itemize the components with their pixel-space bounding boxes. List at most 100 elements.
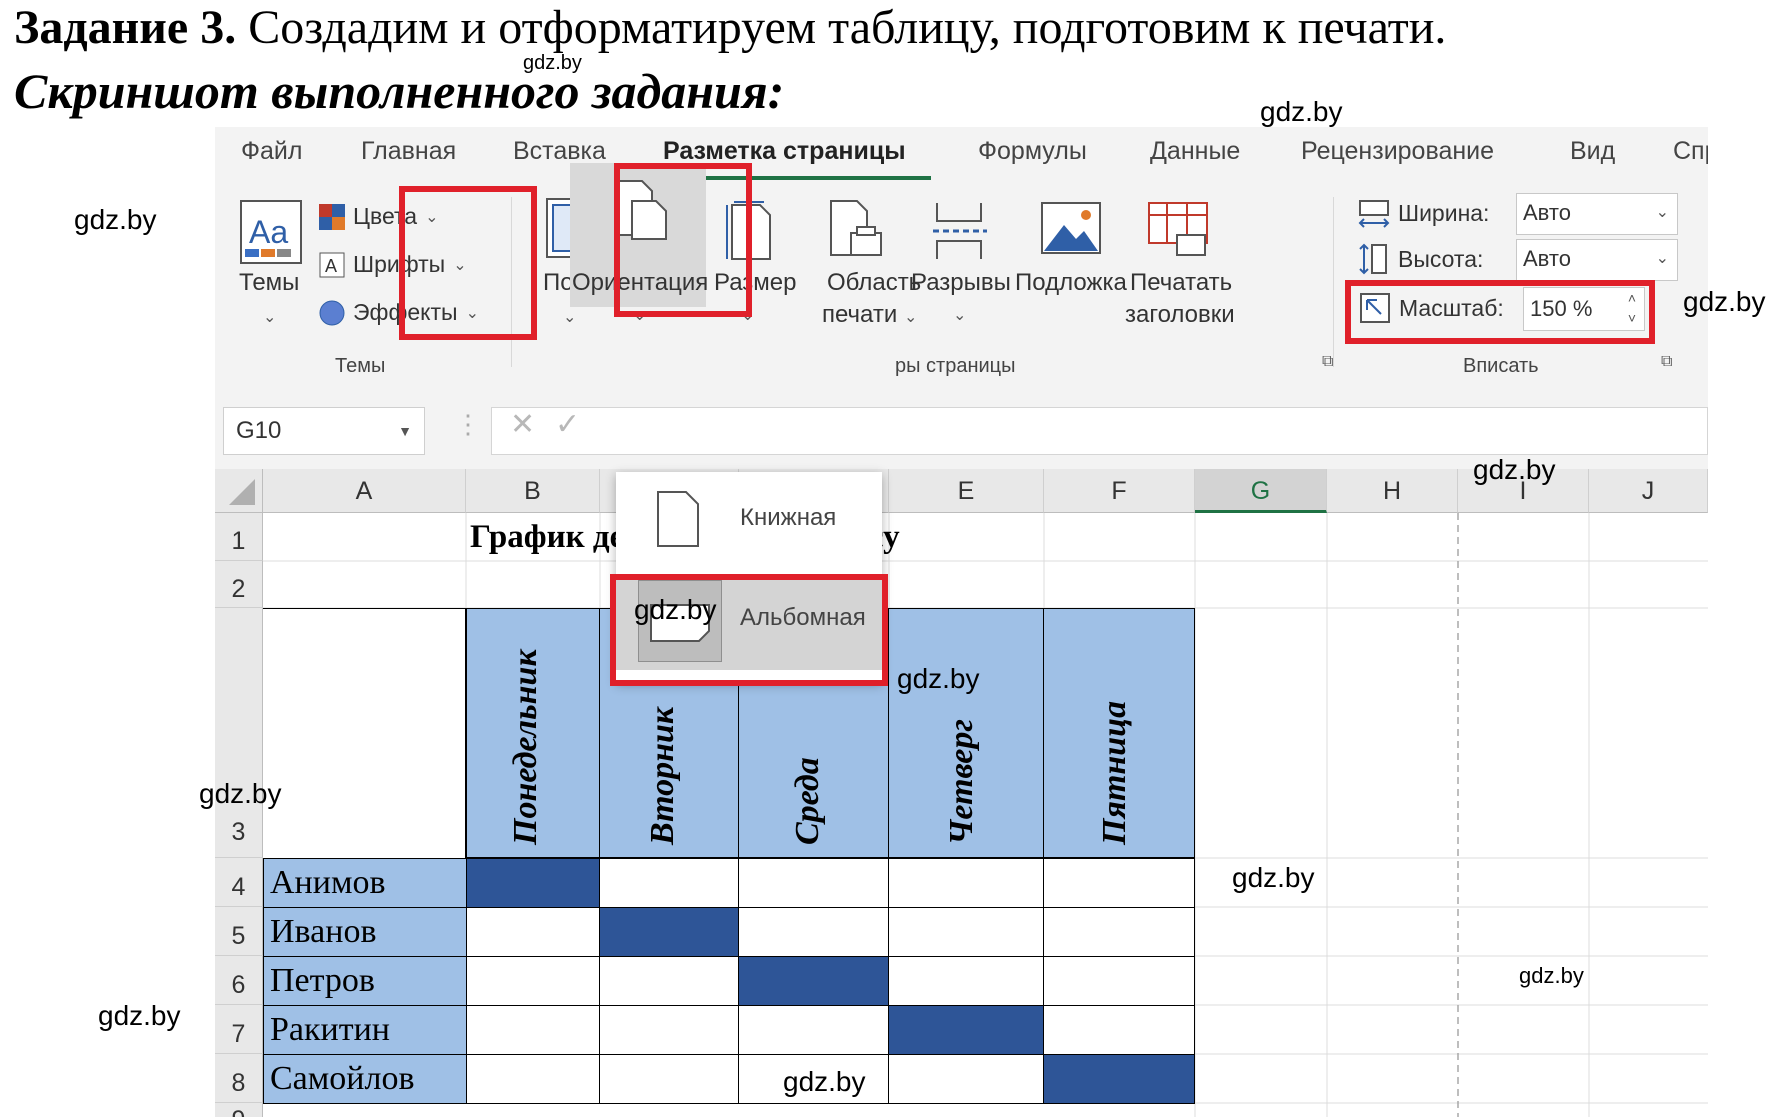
duty-cell-empty[interactable]: [599, 1005, 739, 1055]
tab-file[interactable]: Файл: [241, 137, 302, 166]
row-header-4[interactable]: 4: [215, 858, 263, 907]
duty-cell-empty[interactable]: [599, 956, 739, 1006]
fit-dialog-launcher-icon[interactable]: ⧉: [1661, 353, 1672, 371]
duty-cell-filled[interactable]: [1043, 1054, 1195, 1104]
watermark: gdz.by: [98, 1000, 181, 1031]
cancel-icon[interactable]: ✕: [510, 407, 535, 442]
page-setup-dialog-launcher-icon[interactable]: ⧉: [1322, 353, 1333, 371]
formula-input[interactable]: [491, 407, 1708, 455]
tab-insert[interactable]: Вставка: [513, 137, 606, 166]
day-label: Четверг: [943, 719, 980, 845]
tab-view[interactable]: Вид: [1570, 137, 1615, 166]
name-box[interactable]: G10 ▼: [223, 407, 425, 455]
landscape-highlight: [610, 574, 888, 686]
duty-cell-filled[interactable]: [738, 956, 889, 1006]
column-header-j[interactable]: J: [1589, 469, 1708, 513]
duty-cell-empty[interactable]: [888, 1054, 1044, 1104]
row-header-8[interactable]: 8: [215, 1054, 263, 1103]
day-label: Вторник: [644, 706, 681, 845]
row-header-2[interactable]: 2: [215, 561, 263, 608]
chevron-down-icon: ⌄: [563, 309, 577, 326]
duty-cell-empty[interactable]: [1043, 907, 1195, 957]
column-header-g[interactable]: G: [1195, 469, 1327, 513]
watermark: gdz.by: [523, 52, 582, 74]
duty-cell-empty[interactable]: [888, 858, 1044, 908]
themes-icon[interactable]: Aa: [237, 199, 307, 267]
scale-highlight: [1345, 280, 1655, 344]
day-label: Среда: [789, 757, 826, 845]
watermark: gdz.by: [1519, 963, 1584, 988]
corner-cell[interactable]: [263, 608, 466, 858]
duty-cell-empty[interactable]: [738, 907, 889, 957]
orientation-button-highlight: [614, 163, 752, 317]
row-header-7[interactable]: 7: [215, 1005, 263, 1054]
print-titles-label-2[interactable]: заголовки: [1125, 299, 1235, 331]
student-name-cell[interactable]: Анимов: [263, 858, 467, 908]
duty-cell-empty[interactable]: [738, 858, 889, 908]
tab-data[interactable]: Данные: [1150, 137, 1240, 166]
duty-cell-empty[interactable]: [599, 858, 739, 908]
height-control: Высота:: [1358, 243, 1483, 275]
student-name-cell[interactable]: Ракитин: [263, 1005, 467, 1055]
tab-review[interactable]: Рецензирование: [1301, 137, 1494, 166]
row-header-5[interactable]: 5: [215, 907, 263, 956]
themes-button-label[interactable]: Темы: [239, 267, 299, 299]
excel-screenshot: Файл Главная Вставка Разметка страницы Ф…: [215, 127, 1708, 1117]
print-area-label-1[interactable]: Область: [827, 267, 921, 299]
print-titles-icon[interactable]: [1147, 201, 1209, 259]
print-area-label-2[interactable]: печати ⌄: [822, 299, 917, 334]
row-header-6[interactable]: 6: [215, 956, 263, 1005]
column-header-b[interactable]: B: [466, 469, 600, 513]
height-dropdown[interactable]: Авто ⌄: [1516, 239, 1678, 281]
header-cell-monday[interactable]: Понедельник: [466, 608, 600, 858]
tab-page-layout[interactable]: Разметка страницы: [663, 137, 906, 166]
duty-cell-empty[interactable]: [888, 956, 1044, 1006]
student-name-cell[interactable]: Самойлов: [263, 1054, 467, 1104]
tab-formulas[interactable]: Формулы: [978, 137, 1087, 166]
watermark: gdz.by: [1473, 454, 1556, 485]
duty-cell-filled[interactable]: [466, 858, 600, 908]
fit-group-label: Вписать: [1463, 355, 1539, 377]
select-all-corner[interactable]: [215, 469, 263, 513]
duty-cell-empty[interactable]: [1043, 1005, 1195, 1055]
breaks-icon[interactable]: [931, 201, 989, 261]
background-button-label[interactable]: Подложка: [1015, 267, 1127, 299]
duty-cell-filled[interactable]: [888, 1005, 1044, 1055]
duty-cell-empty[interactable]: [888, 907, 1044, 957]
watermark: gdz.by: [1232, 862, 1315, 893]
duty-cell-empty[interactable]: [466, 1054, 600, 1104]
duty-cell-empty[interactable]: [466, 1005, 600, 1055]
tab-help[interactable]: Спр: [1673, 137, 1708, 166]
breaks-button-label[interactable]: Разрывы: [911, 267, 1011, 299]
print-titles-label-1[interactable]: Печатать: [1130, 267, 1232, 299]
themes-group-label: Темы: [335, 355, 386, 377]
watermark: gdz.by: [1683, 286, 1766, 317]
duty-cell-filled[interactable]: [599, 907, 739, 957]
background-icon[interactable]: [1040, 201, 1102, 257]
duty-cell-empty[interactable]: [599, 1054, 739, 1104]
student-name-cell[interactable]: Иванов: [263, 907, 467, 957]
column-header-f[interactable]: F: [1044, 469, 1195, 513]
column-header-a[interactable]: A: [263, 469, 466, 513]
student-name-cell[interactable]: Петров: [263, 956, 467, 1006]
header-cell-friday[interactable]: Пятница: [1043, 608, 1195, 858]
row-header-3[interactable]: 3: [215, 608, 263, 858]
row-header-9[interactable]: 9: [215, 1103, 263, 1117]
portrait-option[interactable]: Книжная: [740, 504, 836, 532]
duty-cell-empty[interactable]: [466, 907, 600, 957]
duty-cell-empty[interactable]: [1043, 956, 1195, 1006]
print-area-icon[interactable]: [827, 199, 885, 263]
duty-cell-empty[interactable]: [466, 956, 600, 1006]
row-header-1[interactable]: 1: [215, 513, 263, 561]
width-dropdown[interactable]: Авто ⌄: [1516, 193, 1678, 235]
column-header-h[interactable]: H: [1327, 469, 1458, 513]
watermark: gdz.by: [199, 778, 282, 809]
column-header-e[interactable]: E: [889, 469, 1044, 513]
chevron-down-icon: ⌄: [953, 307, 967, 324]
tab-home[interactable]: Главная: [361, 137, 456, 166]
enter-icon[interactable]: ✓: [555, 407, 580, 442]
task-heading: Задание 3. Создадим и отформатируем табл…: [14, 1, 1447, 54]
duty-cell-empty[interactable]: [1043, 858, 1195, 908]
header-cell-thursday[interactable]: Четверг: [888, 608, 1044, 858]
duty-cell-empty[interactable]: [738, 1005, 889, 1055]
